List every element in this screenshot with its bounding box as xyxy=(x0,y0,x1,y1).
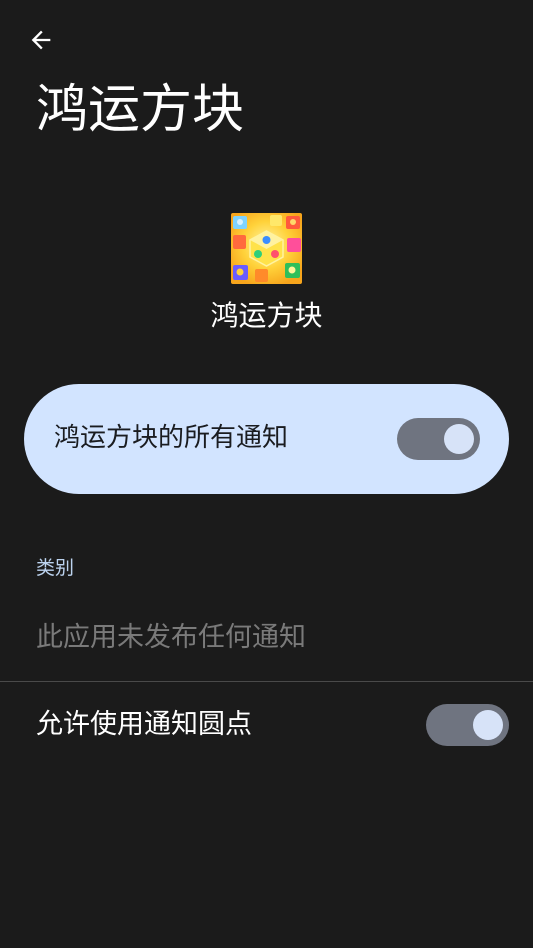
notification-dots-toggle[interactable] xyxy=(426,704,509,746)
page-title: 鸿运方块 xyxy=(36,80,245,140)
all-notifications-toggle[interactable] xyxy=(397,418,480,460)
notification-dots-label: 允许使用通知圆点 xyxy=(36,709,252,740)
back-button[interactable] xyxy=(18,19,64,65)
app-icon xyxy=(231,213,302,284)
no-notifications-text: 此应用未发布任何通知 xyxy=(36,622,306,653)
all-notifications-label: 鸿运方块的所有通知 xyxy=(54,423,289,453)
toggle-knob xyxy=(473,710,503,740)
categories-header: 类别 xyxy=(36,557,75,579)
notification-dots-row[interactable]: 允许使用通知圆点 xyxy=(0,682,533,768)
arrow-back-icon xyxy=(27,26,55,58)
all-notifications-card[interactable]: 鸿运方块的所有通知 xyxy=(24,384,509,494)
app-name: 鸿运方块 xyxy=(210,299,323,332)
toggle-knob xyxy=(444,424,474,454)
